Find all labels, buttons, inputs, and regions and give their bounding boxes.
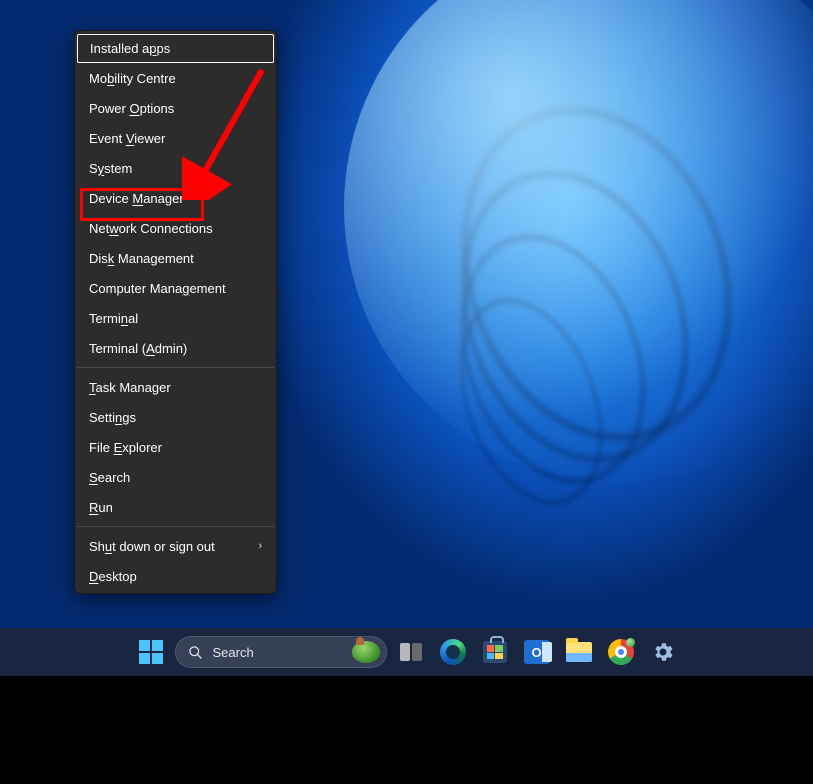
winx-power-user-menu: Installed apps Mobility Centre Power Optio…	[74, 30, 277, 594]
menu-item-label: Task Manager	[89, 380, 171, 395]
menu-item-settings[interactable]: Settings	[75, 402, 276, 432]
menu-item-shut-down-or-sign-out[interactable]: Shut down or sign out ›	[75, 531, 276, 561]
menu-item-label: Desktop	[89, 569, 137, 584]
search-placeholder: Search	[213, 645, 254, 660]
menu-item-label: Mobility Centre	[89, 71, 176, 86]
menu-item-run[interactable]: Run	[75, 492, 276, 522]
menu-item-desktop[interactable]: Desktop	[75, 561, 276, 591]
menu-separator	[77, 526, 274, 527]
chrome-button[interactable]	[603, 634, 639, 670]
outlook-icon: O	[524, 640, 550, 664]
menu-item-label: Power Options	[89, 101, 174, 116]
menu-separator	[77, 367, 274, 368]
menu-item-label: Run	[89, 500, 113, 515]
menu-item-disk-management[interactable]: Disk Management	[75, 243, 276, 273]
chevron-right-icon: ›	[258, 540, 262, 552]
menu-item-label: Network Connections	[89, 221, 213, 236]
menu-item-system[interactable]: System	[75, 153, 276, 183]
menu-item-search[interactable]: Search	[75, 462, 276, 492]
windows-logo-icon	[139, 640, 163, 664]
search-highlight-icon	[352, 641, 380, 663]
file-explorer-icon	[566, 642, 592, 662]
menu-item-terminal[interactable]: Terminal	[75, 303, 276, 333]
menu-item-label: Search	[89, 470, 130, 485]
menu-item-task-manager[interactable]: Task Manager	[75, 372, 276, 402]
menu-item-terminal-admin[interactable]: Terminal (Admin)	[75, 333, 276, 363]
chrome-icon	[608, 639, 634, 665]
menu-item-label: Terminal (Admin)	[89, 341, 187, 356]
menu-item-label: Terminal	[89, 311, 138, 326]
outlook-button[interactable]: O	[519, 634, 555, 670]
menu-item-label: System	[89, 161, 132, 176]
menu-item-device-manager[interactable]: Device Manager	[75, 183, 276, 213]
menu-item-label: Device Manager	[89, 191, 184, 206]
microsoft-store-button[interactable]	[477, 634, 513, 670]
microsoft-store-icon	[483, 641, 507, 663]
menu-item-mobility-centre[interactable]: Mobility Centre	[75, 63, 276, 93]
edge-button[interactable]	[435, 634, 471, 670]
menu-item-network-connections[interactable]: Network Connections	[75, 213, 276, 243]
menu-item-label: Settings	[89, 410, 136, 425]
taskbar-search[interactable]: Search	[175, 636, 387, 668]
task-view-button[interactable]	[393, 634, 429, 670]
settings-button[interactable]	[645, 634, 681, 670]
menu-item-event-viewer[interactable]: Event Viewer	[75, 123, 276, 153]
taskbar: Search O	[0, 628, 813, 676]
menu-item-computer-management[interactable]: Computer Management	[75, 273, 276, 303]
settings-icon	[651, 640, 675, 664]
menu-item-label: Installed apps	[90, 41, 170, 56]
start-button[interactable]	[133, 634, 169, 670]
menu-item-power-options[interactable]: Power Options	[75, 93, 276, 123]
task-view-icon	[400, 643, 422, 661]
menu-item-label: File Explorer	[89, 440, 162, 455]
menu-item-label: Shut down or sign out	[89, 539, 215, 554]
menu-item-label: Disk Management	[89, 251, 194, 266]
file-explorer-button[interactable]	[561, 634, 597, 670]
search-icon	[188, 645, 203, 660]
menu-item-label: Computer Management	[89, 281, 226, 296]
menu-item-file-explorer[interactable]: File Explorer	[75, 432, 276, 462]
menu-item-installed-apps[interactable]: Installed apps	[77, 34, 274, 63]
menu-item-label: Event Viewer	[89, 131, 165, 146]
edge-icon	[440, 639, 466, 665]
